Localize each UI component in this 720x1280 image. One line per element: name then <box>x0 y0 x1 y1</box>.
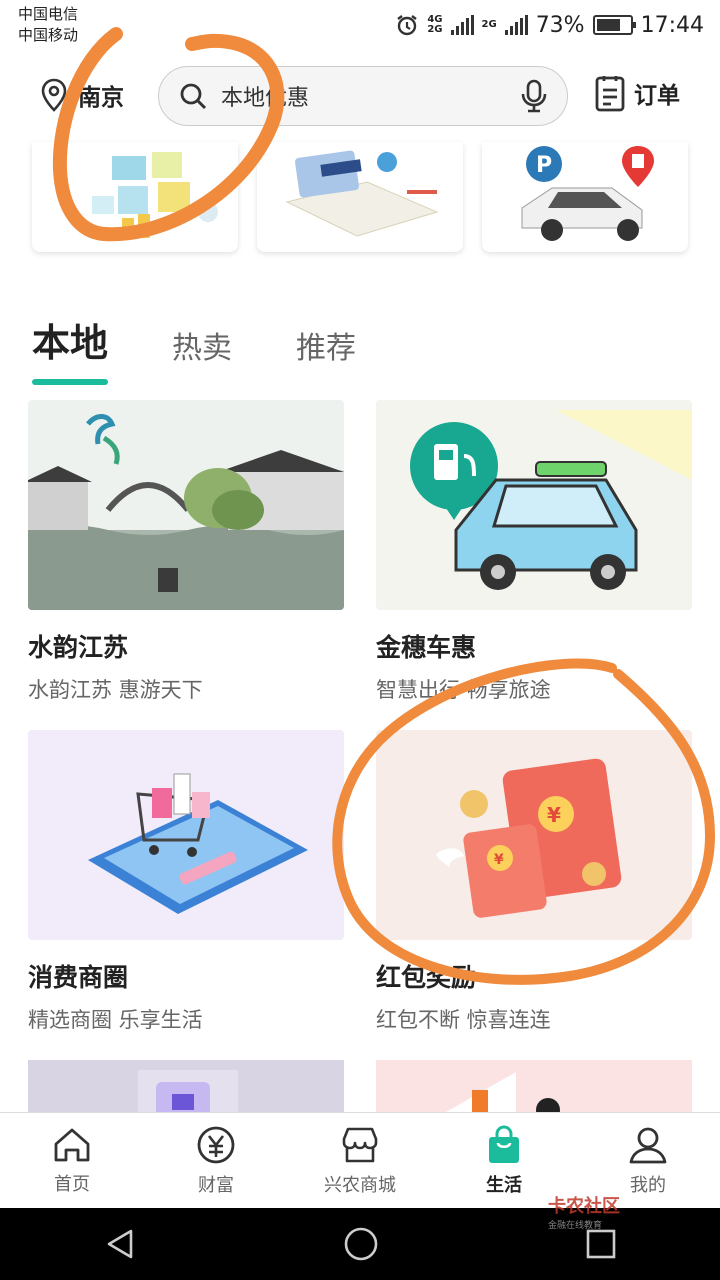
item-title: 金穗车惠 <box>376 633 477 662</box>
watermark-brand: 卡农社区 <box>548 1196 620 1217</box>
svg-text:¥: ¥ <box>494 852 504 868</box>
recent-apps-icon[interactable] <box>585 1228 617 1260</box>
carrier-labels: 中国电信 中国移动 <box>18 4 78 46</box>
signal-icon-2 <box>504 15 528 35</box>
back-icon[interactable] <box>103 1227 137 1261</box>
network-type-1: 4G 2G <box>427 15 442 35</box>
status-indicators: 4G 2G 2G 73% 17:44 <box>395 8 704 42</box>
shopping-image <box>28 730 344 940</box>
nav-wealth-label: 财富 <box>198 1174 234 1196</box>
car-benefit-image <box>376 400 692 610</box>
net-2g: 2G <box>427 24 443 35</box>
city-selector[interactable]: 南京 <box>40 78 124 112</box>
orders-button[interactable]: 订单 <box>594 74 680 112</box>
item-title: 消费商圈 <box>28 963 129 992</box>
network-type-2: 2G <box>481 19 497 30</box>
shopping-bag-icon <box>489 1125 519 1163</box>
item-title: 红包奖励 <box>376 963 477 992</box>
item-next-right[interactable] <box>376 1060 692 1112</box>
clock: 17:44 <box>640 12 704 38</box>
tab-hot[interactable]: 热卖 <box>172 323 232 385</box>
carrier-2: 中国移动 <box>18 26 79 44</box>
nav-mall-label: 兴农商城 <box>324 1174 396 1196</box>
nav-home[interactable]: 首页 <box>0 1113 144 1208</box>
nav-life-label: 生活 <box>486 1174 522 1196</box>
next-left-illustration <box>138 1070 238 1112</box>
nav-home-label: 首页 <box>54 1173 90 1195</box>
search-icon <box>180 83 207 110</box>
alarm-icon <box>397 15 418 36</box>
item-title: 水韵江苏 <box>28 633 129 662</box>
item-red-envelope[interactable]: ¥ ¥ 红包奖励 红包不断 惊喜连连 <box>376 730 692 1034</box>
top-cards-row: P <box>0 142 720 262</box>
top-card-finance[interactable] <box>32 142 238 252</box>
location-pin-icon <box>41 78 67 112</box>
item-shopping-district[interactable]: 消费商圈 精选商圈 乐享生活 <box>28 730 344 1034</box>
signal-icon-1 <box>450 15 474 35</box>
carrier-1: 中国电信 <box>18 5 79 23</box>
finance-illustration <box>92 152 218 238</box>
item-next-left[interactable] <box>28 1060 344 1112</box>
next-right-illustration <box>446 1072 560 1112</box>
store-icon <box>342 1127 378 1162</box>
jiangsu-image <box>28 400 344 610</box>
item-subtitle: 精选商圈 乐享生活 <box>28 1008 203 1032</box>
item-jiangsu[interactable]: 水韵江苏 水韵江苏 惠游天下 <box>28 400 344 704</box>
red-envelope-image: ¥ ¥ <box>376 730 692 940</box>
nav-mine-label: 我的 <box>630 1174 666 1196</box>
nav-wealth[interactable]: 财富 <box>144 1113 288 1208</box>
orders-label: 订单 <box>634 83 680 109</box>
parking-illustration: P <box>521 146 654 241</box>
top-card-parking[interactable]: P <box>482 142 688 252</box>
nav-mall[interactable]: 兴农商城 <box>288 1113 432 1208</box>
item-subtitle: 水韵江苏 惠游天下 <box>28 678 203 702</box>
city-label: 南京 <box>78 85 124 111</box>
svg-text:P: P <box>536 153 552 178</box>
tab-recommend[interactable]: 推荐 <box>296 323 356 385</box>
item-car-benefit[interactable]: 金穗车惠 智慧出行 畅享旅途 <box>376 400 692 704</box>
tab-local[interactable]: 本地 <box>32 312 109 385</box>
order-list-icon <box>595 76 625 112</box>
search-bar[interactable]: 本地优惠 <box>158 66 568 126</box>
yuan-coin-icon <box>197 1126 235 1163</box>
search-input[interactable]: 本地优惠 <box>221 80 521 112</box>
item-subtitle: 红包不断 惊喜连连 <box>376 1008 551 1032</box>
battery-icon <box>592 15 636 35</box>
watermark: 卡农社区 金融在线教育 <box>548 1192 620 1231</box>
home-icon <box>54 1128 90 1161</box>
top-bar: 南京 本地优惠 订单 <box>0 52 720 142</box>
ticket-illustration <box>285 150 439 237</box>
home-circle-icon[interactable] <box>343 1226 379 1262</box>
watermark-tagline: 金融在线教育 <box>548 1221 603 1231</box>
svg-text:¥: ¥ <box>547 803 561 827</box>
category-tabs: 本地 热卖 推荐 <box>32 312 356 385</box>
top-card-ticket[interactable] <box>257 142 463 252</box>
item-subtitle: 智慧出行 畅享旅途 <box>376 678 551 702</box>
microphone-icon[interactable] <box>521 79 547 113</box>
battery-percent: 73% <box>535 12 585 38</box>
status-bar: 中国电信 中国移动 4G 2G 2G 73% 17:44 <box>0 0 720 52</box>
person-icon <box>629 1127 667 1163</box>
